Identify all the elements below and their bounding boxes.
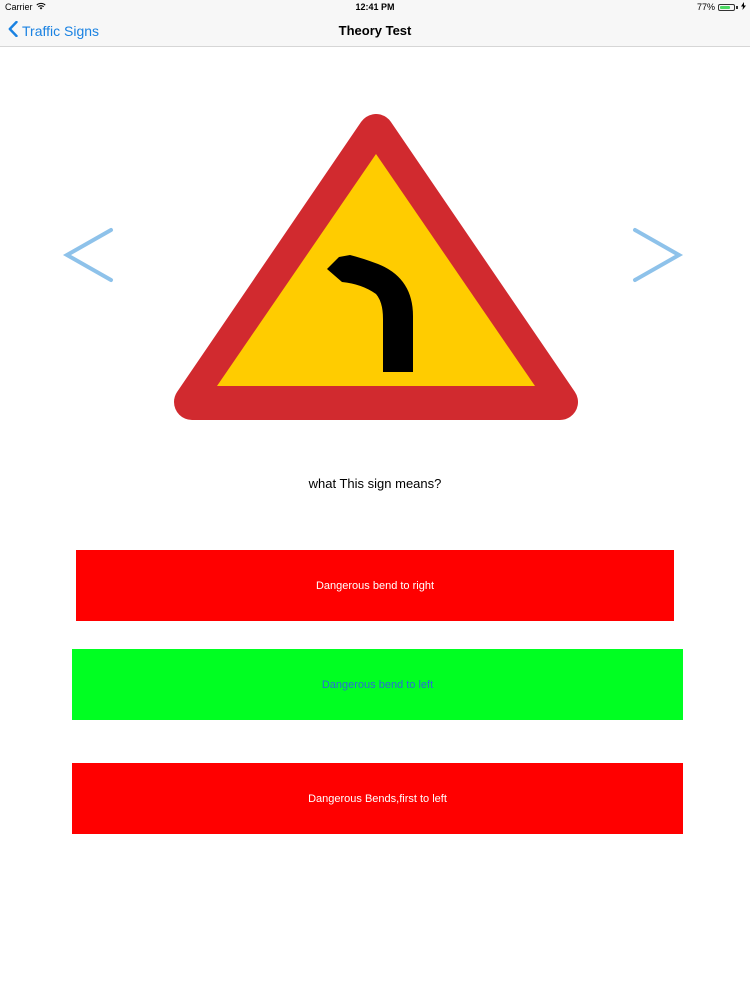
next-sign-button[interactable]: [632, 226, 684, 289]
answer-button-3[interactable]: Dangerous Bends,first to left: [72, 763, 683, 834]
charging-icon: [741, 0, 746, 14]
page-title: Theory Test: [338, 23, 412, 38]
battery-icon: [718, 3, 735, 11]
battery-percent: 77%: [696, 2, 715, 12]
dangerous-bend-left-sign-icon: [174, 114, 578, 425]
back-button[interactable]: Traffic Signs: [8, 14, 99, 47]
answer-button-1[interactable]: Dangerous bend to right: [76, 550, 674, 621]
answer-label: Dangerous bend to right: [315, 579, 435, 592]
back-button-label: Traffic Signs: [22, 22, 100, 39]
answer-label: Dangerous bend to left: [321, 678, 434, 691]
navigation-bar: Traffic Signs Theory Test: [0, 14, 750, 47]
status-bar: Carrier 12:41 PM 77%: [0, 0, 750, 14]
battery-level: [720, 5, 730, 9]
question-text: what This sign means?: [308, 476, 442, 491]
answer-label: Dangerous Bends,first to left: [308, 792, 447, 805]
status-time: 12:41 PM: [355, 2, 395, 12]
status-right: 77%: [697, 0, 746, 14]
chevron-left-icon: [8, 20, 18, 40]
chevron-left-icon: [62, 228, 114, 288]
battery-tip: [736, 5, 738, 9]
previous-sign-button[interactable]: [62, 226, 114, 289]
answer-button-2[interactable]: Dangerous bend to left: [72, 649, 683, 720]
chevron-right-icon: [632, 228, 684, 288]
